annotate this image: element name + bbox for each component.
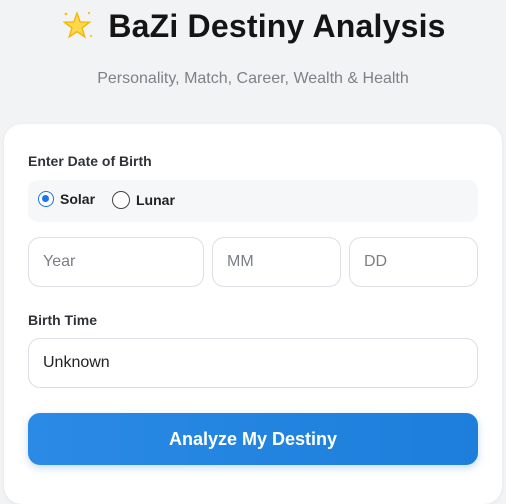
birth-time-select[interactable] bbox=[28, 338, 478, 388]
title-row: BaZi Destiny Analysis bbox=[0, 4, 506, 48]
analyze-destiny-button[interactable]: Analyze My Destiny bbox=[28, 413, 478, 465]
date-of-birth-label: Enter Date of Birth bbox=[28, 153, 152, 169]
page-subtitle: Personality, Match, Career, Wealth & Hea… bbox=[97, 70, 409, 87]
lunar-radio-option[interactable]: Lunar bbox=[112, 191, 175, 209]
year-input[interactable] bbox=[28, 237, 204, 287]
day-input[interactable] bbox=[349, 237, 478, 287]
lunar-radio-button[interactable] bbox=[112, 191, 130, 209]
solar-radio-button[interactable] bbox=[38, 191, 54, 207]
birth-form-card: Enter Date of Birth Solar Lunar Birth Ti… bbox=[4, 124, 502, 504]
solar-radio-option[interactable]: Solar bbox=[38, 191, 95, 207]
page-title: BaZi Destiny Analysis bbox=[108, 7, 446, 44]
solar-radio-label: Solar bbox=[60, 191, 96, 207]
glowing-star-icon bbox=[62, 11, 93, 39]
lunar-radio-label: Lunar bbox=[136, 192, 175, 208]
calendar-type-selector: Solar Lunar bbox=[28, 180, 478, 222]
birth-time-label: Birth Time bbox=[28, 312, 97, 328]
month-input[interactable] bbox=[212, 237, 341, 287]
